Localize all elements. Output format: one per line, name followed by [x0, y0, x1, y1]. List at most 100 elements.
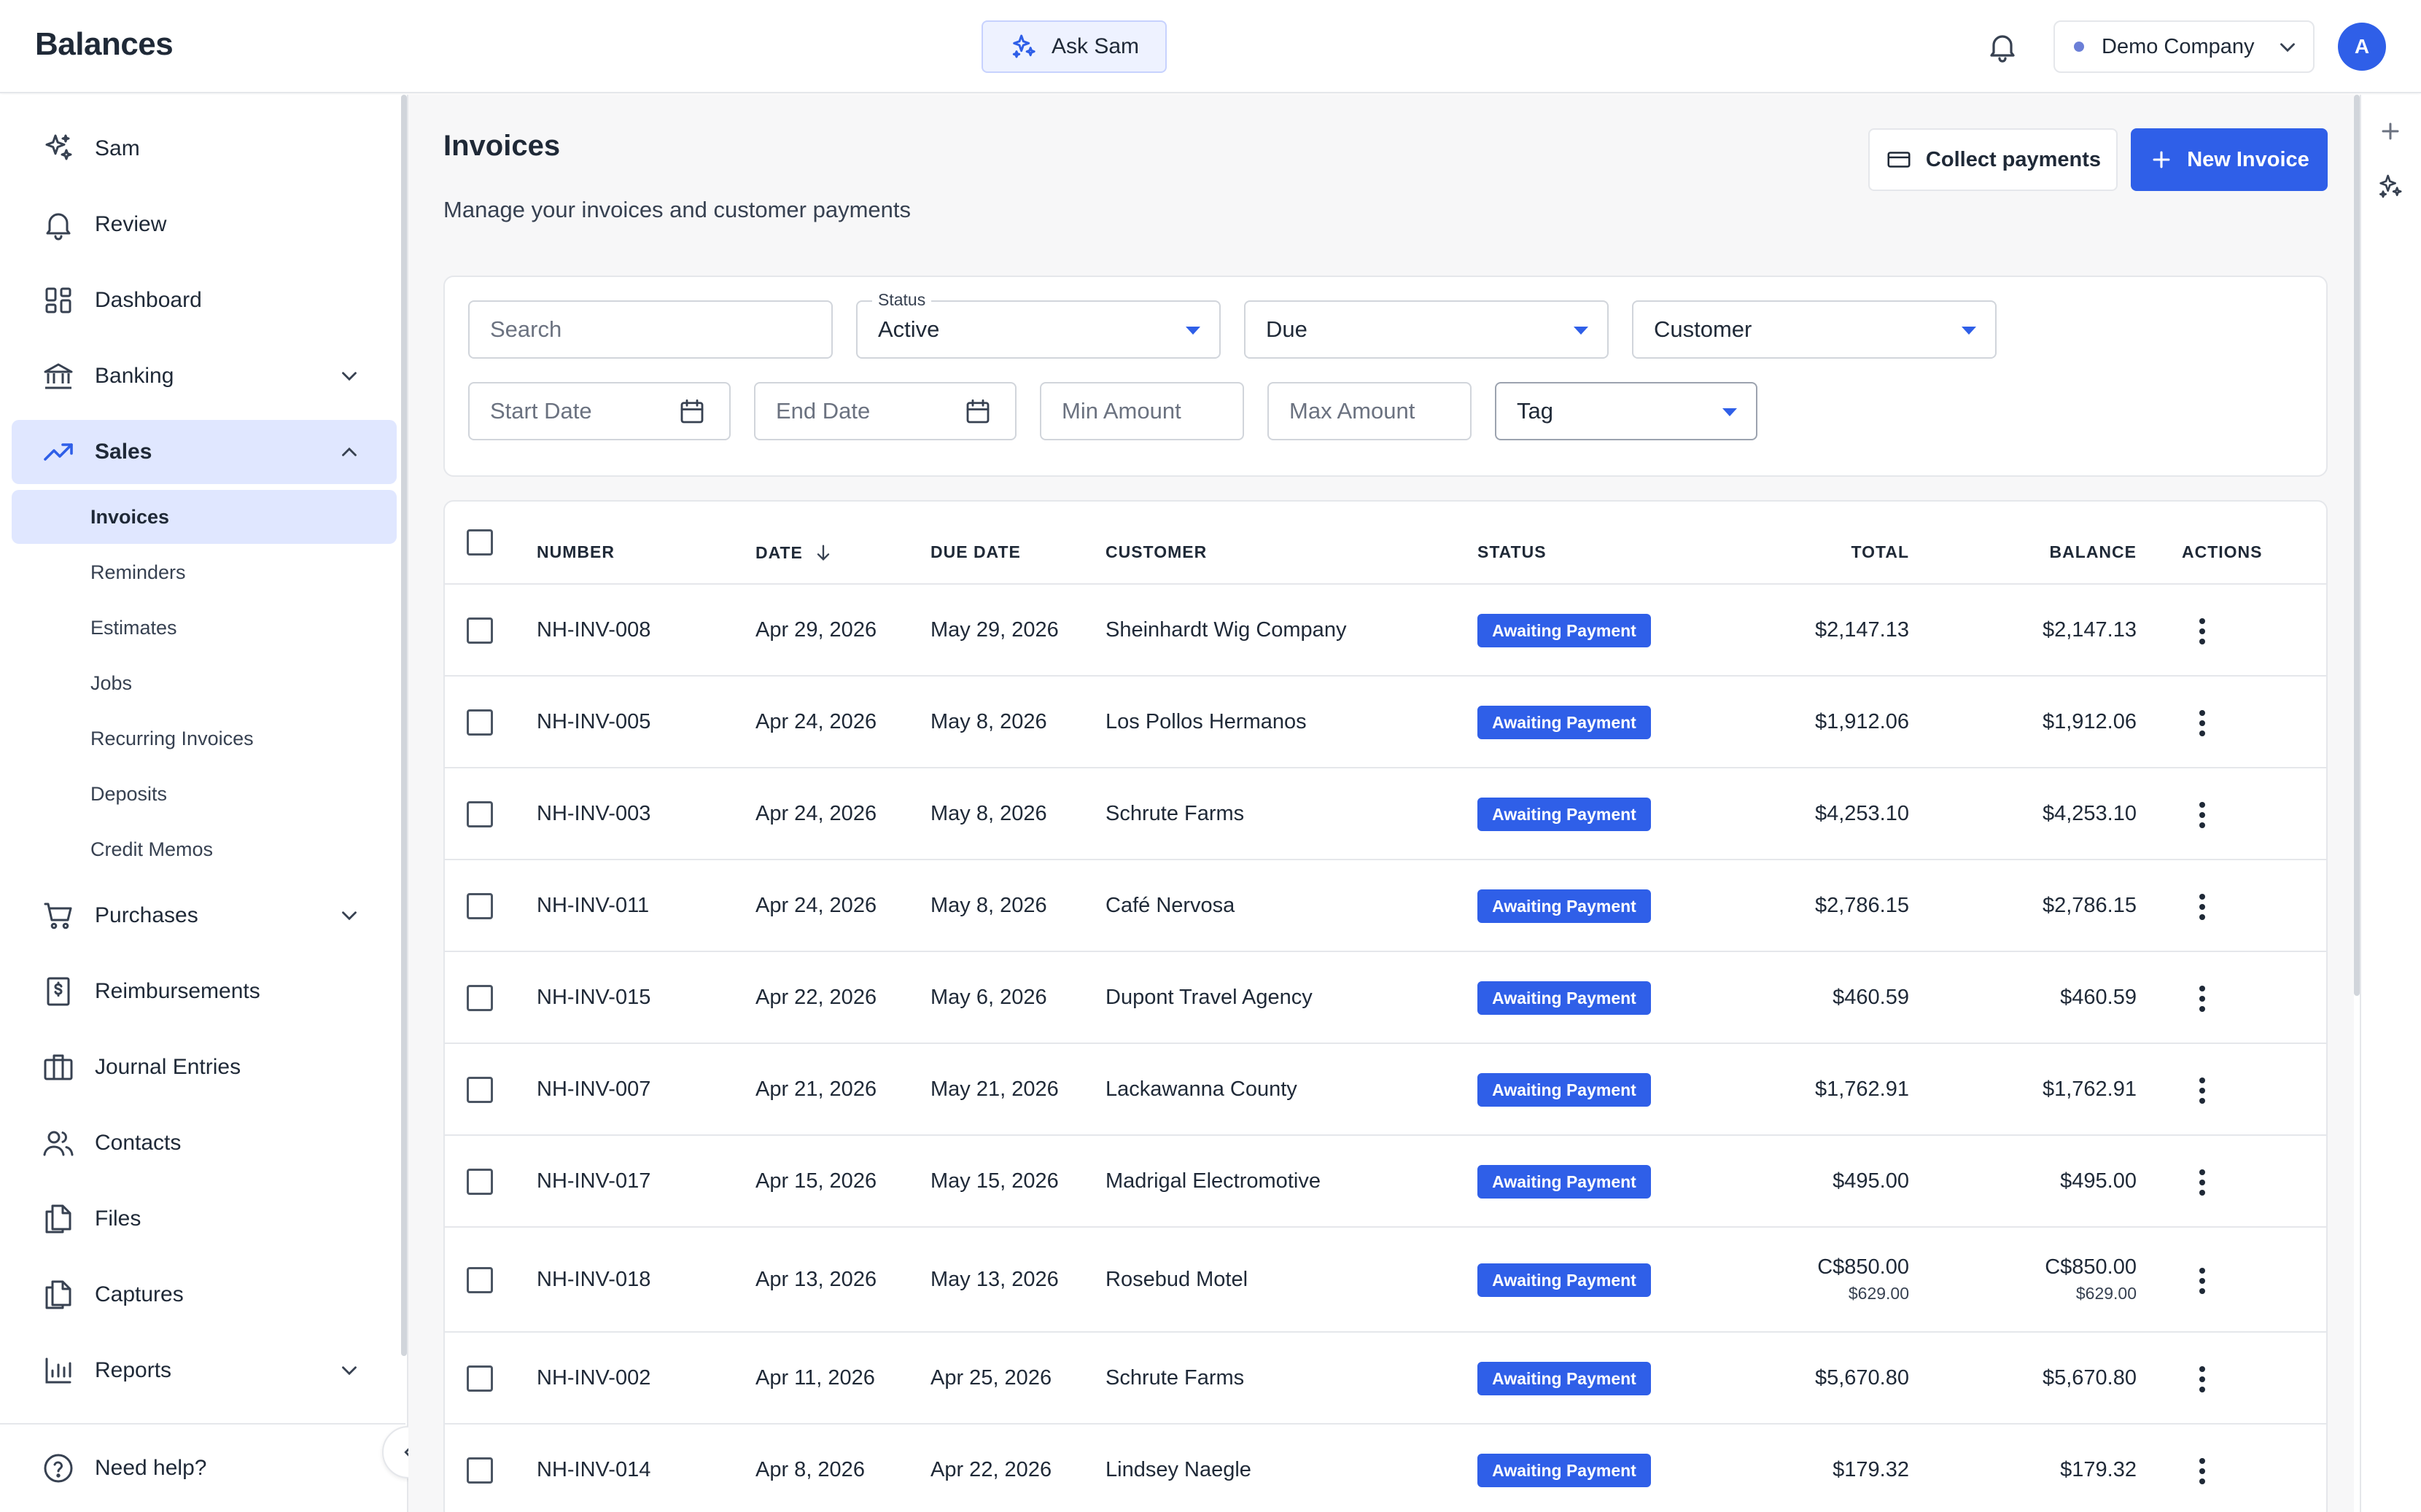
- invoice-number[interactable]: NH-INV-008: [537, 618, 650, 642]
- invoice-number[interactable]: NH-INV-015: [537, 986, 650, 1010]
- calendar-icon[interactable]: [963, 397, 993, 427]
- collect-payments-button[interactable]: Collect payments: [1868, 128, 2118, 191]
- row-checkbox[interactable]: [467, 985, 493, 1011]
- sidebar-subitem-recurring-invoices[interactable]: Recurring Invoices: [12, 712, 397, 765]
- invoice-number[interactable]: NH-INV-005: [537, 710, 650, 734]
- row-actions-kebab-icon[interactable]: [2199, 1078, 2206, 1107]
- row-checkbox[interactable]: [467, 1169, 493, 1195]
- row-checkbox[interactable]: [467, 1365, 493, 1392]
- invoice-number[interactable]: NH-INV-011: [537, 894, 649, 918]
- row-actions-kebab-icon[interactable]: [2199, 1268, 2206, 1297]
- table-row[interactable]: NH-INV-017 Apr 15, 2026 May 15, 2026 Madrig…: [445, 1136, 2326, 1228]
- sidebar-item-banking[interactable]: Banking: [12, 344, 397, 408]
- sidebar-item-reimbursements[interactable]: Reimbursements: [12, 959, 397, 1024]
- invoice-number[interactable]: NH-INV-017: [537, 1169, 650, 1193]
- tag-select[interactable]: Tag: [1495, 382, 1757, 440]
- due-select[interactable]: Due: [1244, 300, 1609, 359]
- row-actions-kebab-icon[interactable]: [2199, 1366, 2206, 1395]
- table-row[interactable]: NH-INV-007 Apr 21, 2026 May 21, 2026 Lackaw…: [445, 1044, 2326, 1136]
- sparkle-icon[interactable]: [2376, 172, 2405, 201]
- invoice-due-date: May 8, 2026: [930, 894, 1047, 917]
- table-row[interactable]: NH-INV-005 Apr 24, 2026 May 8, 2026 Los Pol…: [445, 677, 2326, 768]
- sidebar-item-journal-entries[interactable]: Journal Entries: [12, 1035, 397, 1099]
- table-row[interactable]: NH-INV-002 Apr 11, 2026 Apr 25, 2026 Schrut…: [445, 1333, 2326, 1425]
- ask-sam-button[interactable]: Ask Sam: [982, 20, 1167, 73]
- app-title[interactable]: Balances: [35, 26, 174, 63]
- sidebar-item-reports[interactable]: Reports: [12, 1338, 397, 1403]
- sidebar-item-purchases[interactable]: Purchases: [12, 884, 397, 948]
- invoice-balance-amount: $2,786.15: [2042, 894, 2137, 917]
- max-amount-input[interactable]: Max Amount: [1267, 382, 1472, 440]
- sidebar-item-dashboard[interactable]: Dashboard: [12, 268, 397, 332]
- invoice-total-amount: $2,786.15: [1814, 894, 1909, 917]
- table-row[interactable]: NH-INV-018 Apr 13, 2026 May 13, 2026 Rosebu…: [445, 1228, 2326, 1333]
- min-amount-input[interactable]: Min Amount: [1040, 382, 1244, 440]
- status-value: Active: [878, 316, 940, 342]
- invoice-date: Apr 24, 2026: [755, 894, 877, 917]
- new-invoice-button[interactable]: New Invoice: [2131, 128, 2328, 191]
- company-switcher[interactable]: Demo Company: [2053, 20, 2315, 73]
- row-actions-kebab-icon[interactable]: [2199, 1169, 2206, 1199]
- end-date-input[interactable]: End Date: [754, 382, 1017, 440]
- row-checkbox[interactable]: [467, 617, 493, 644]
- sidebar-item-sales[interactable]: Sales: [12, 420, 397, 484]
- sidebar-subitem-invoices[interactable]: Invoices: [12, 490, 397, 544]
- row-checkbox[interactable]: [467, 893, 493, 919]
- row-actions-kebab-icon[interactable]: [2199, 618, 2206, 647]
- search-input[interactable]: Search: [468, 300, 833, 359]
- column-header-due-date[interactable]: DUE DATE: [930, 542, 1021, 562]
- sidebar-item-contacts[interactable]: Contacts: [12, 1111, 397, 1175]
- sidebar-subitem-deposits[interactable]: Deposits: [12, 767, 397, 821]
- plus-icon[interactable]: [2376, 117, 2405, 146]
- select-all-checkbox[interactable]: [467, 529, 493, 556]
- row-checkbox[interactable]: [467, 709, 493, 736]
- table-row[interactable]: NH-INV-008 Apr 29, 2026 May 29, 2026 Sheinh…: [445, 585, 2326, 677]
- row-actions-kebab-icon[interactable]: [2199, 802, 2206, 831]
- invoice-balance: C$850.00 $629.00: [1991, 1255, 2137, 1303]
- table-row[interactable]: NH-INV-011 Apr 24, 2026 May 8, 2026 Café Ne…: [445, 860, 2326, 952]
- row-checkbox[interactable]: [467, 1077, 493, 1103]
- column-header-customer[interactable]: CUSTOMER: [1105, 542, 1207, 562]
- column-header-balance[interactable]: BALANCE: [2035, 542, 2137, 562]
- sidebar-subitem-reminders[interactable]: Reminders: [12, 545, 397, 599]
- row-actions-kebab-icon[interactable]: [2199, 986, 2206, 1015]
- row-checkbox[interactable]: [467, 1457, 493, 1484]
- calendar-icon[interactable]: [677, 397, 707, 427]
- status-select[interactable]: Status Active: [856, 290, 1221, 359]
- notifications-bell-icon[interactable]: [1985, 29, 2020, 64]
- invoice-number[interactable]: NH-INV-002: [537, 1366, 650, 1390]
- table-row[interactable]: NH-INV-014 Apr 8, 2026 Apr 22, 2026 Lindsey…: [445, 1425, 2326, 1512]
- invoice-balance: $460.59: [1991, 986, 2137, 1010]
- invoice-number[interactable]: NH-INV-018: [537, 1268, 650, 1292]
- column-header-date[interactable]: DATE: [755, 542, 833, 563]
- sidebar-scrollbar[interactable]: [401, 95, 407, 1356]
- start-date-input[interactable]: Start Date: [468, 382, 731, 440]
- row-actions-kebab-icon[interactable]: [2199, 710, 2206, 739]
- sidebar-item-sam[interactable]: Sam: [12, 117, 397, 181]
- column-header-number[interactable]: NUMBER: [537, 542, 615, 562]
- main-scrollbar[interactable]: [2354, 95, 2360, 996]
- sidebar-item-files[interactable]: Files: [12, 1187, 397, 1251]
- row-actions-kebab-icon[interactable]: [2199, 894, 2206, 923]
- invoice-balance-amount: $4,253.10: [2042, 802, 2137, 825]
- sidebar-subitem-credit-memos[interactable]: Credit Memos: [12, 822, 397, 876]
- table-row[interactable]: NH-INV-003 Apr 24, 2026 May 8, 2026 Schrute…: [445, 768, 2326, 860]
- row-actions-kebab-icon[interactable]: [2199, 1458, 2206, 1487]
- status-badge: Awaiting Payment: [1477, 706, 1651, 739]
- table-row[interactable]: NH-INV-015 Apr 22, 2026 May 6, 2026 Dupont …: [445, 952, 2326, 1044]
- invoice-number[interactable]: NH-INV-007: [537, 1078, 650, 1102]
- column-header-total[interactable]: TOTAL: [1830, 542, 1909, 562]
- row-checkbox[interactable]: [467, 1267, 493, 1293]
- row-checkbox[interactable]: [467, 801, 493, 827]
- column-header-status[interactable]: STATUS: [1477, 542, 1547, 562]
- sidebar-subitem-jobs[interactable]: Jobs: [12, 656, 397, 710]
- customer-select[interactable]: Customer: [1632, 300, 1997, 359]
- sidebar-subitem-estimates[interactable]: Estimates: [12, 601, 397, 655]
- sidebar-item-review[interactable]: Review: [12, 192, 397, 257]
- avatar[interactable]: A: [2338, 23, 2386, 71]
- sidebar-item-help[interactable]: Need help?: [12, 1436, 397, 1500]
- invoice-number[interactable]: NH-INV-014: [537, 1458, 650, 1482]
- sidebar-item-captures[interactable]: Captures: [12, 1263, 397, 1327]
- invoice-customer: Dupont Travel Agency: [1105, 986, 1313, 1009]
- invoice-number[interactable]: NH-INV-003: [537, 802, 650, 826]
